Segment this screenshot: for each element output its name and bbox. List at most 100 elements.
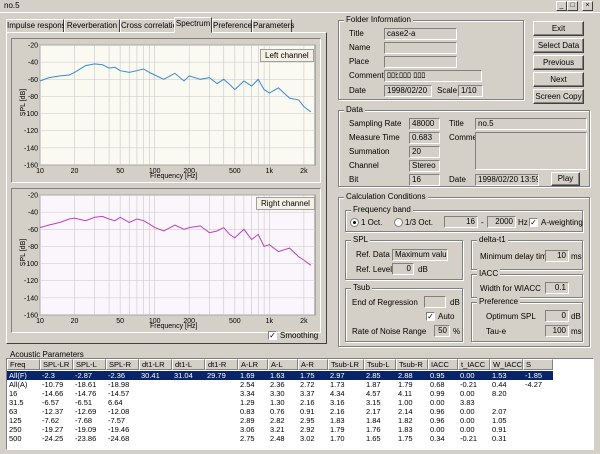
table-cell: -6.51: [75, 398, 93, 407]
tsub-group: Tsub End of Regression dB ✓ Auto Rate of…: [345, 283, 463, 342]
table-cell: 0.31: [492, 434, 507, 443]
next-button[interactable]: Next: [533, 72, 584, 87]
spectrum-panel: -20 -40 -60 -80 -100 -120 -140 -160 10 20 50 100 200…: [6, 32, 327, 344]
table-cell: 1.53: [492, 371, 507, 380]
select-data-button[interactable]: Select Data: [533, 38, 584, 53]
column-header[interactable]: Tsub-R: [396, 359, 428, 370]
table-cell: 1.79: [398, 380, 413, 389]
wiacc-label: Width for WIACC: [480, 284, 541, 293]
folder-name-field[interactable]: [384, 42, 457, 54]
play-button[interactable]: Play: [551, 172, 580, 186]
column-header[interactable]: W_IACC: [490, 359, 523, 370]
min-delay-field[interactable]: 10: [545, 250, 569, 262]
tau-e-field[interactable]: 100: [545, 325, 569, 337]
table-row[interactable]: 63 -12.37 -12.69 -12.08 0.83 0.76 0.91 2.16 2.17…: [7, 407, 553, 416]
group-title: SPL: [351, 235, 371, 244]
table-cell: 2.54: [240, 380, 255, 389]
tab-reverberation[interactable]: Reverberation: [64, 19, 120, 33]
table-row[interactable]: All(F) -2.3 -2.87 -2.36 30.41 31.04 29.79 1.69 1…: [7, 371, 553, 380]
table-cell: 2.72: [300, 380, 315, 389]
one-octave-radio[interactable]: [350, 218, 359, 227]
table-cell: 1.75: [300, 371, 315, 380]
table-row[interactable]: 125 -7.62 -7.68 -7.57 2.89 2.82 2.95 1.83 1.84 1.…: [7, 416, 553, 425]
percent-unit: %: [453, 327, 461, 336]
tab-cross-correlation[interactable]: Cross correlation: [120, 19, 181, 33]
previous-button[interactable]: Previous: [533, 55, 584, 70]
freq-to-field[interactable]: 2000: [487, 216, 516, 228]
x-tick-label: 50: [116, 168, 124, 175]
table-cell: [172, 434, 205, 443]
table-row[interactable]: All(A) -10.79 -18.61 -18.98 2.54 2.36 2.72 1.73…: [7, 380, 553, 389]
close-button[interactable]: ×: [582, 1, 593, 11]
auto-checkbox[interactable]: ✓: [426, 312, 435, 321]
ref-data-field[interactable]: Maximum value: [392, 249, 448, 261]
table-cell: 1.65: [366, 434, 381, 443]
end-of-regression-field[interactable]: [424, 296, 446, 308]
table-cell: 31.04: [174, 371, 193, 380]
acoustic-parameters-table[interactable]: Freq SPL-LR SPL-L SPL-R dt1-LR dt1-L dt1-R A-LR…: [6, 358, 594, 450]
column-header[interactable]: SPL-LR: [40, 359, 73, 370]
folder-scale-field[interactable]: 1/10: [458, 85, 483, 97]
maximize-button[interactable]: □: [567, 1, 578, 11]
table-cell: 3.34: [240, 389, 255, 398]
tab-parameters[interactable]: Parameters: [252, 19, 294, 33]
folder-date-field[interactable]: 1998/02/20: [384, 85, 432, 97]
column-header[interactable]: SPL-L: [73, 359, 106, 370]
bit-field: 16: [409, 174, 440, 186]
noise-range-field[interactable]: 50: [434, 325, 450, 337]
table-cell: -12.69: [75, 407, 97, 416]
optimum-spl-field[interactable]: 0: [545, 310, 569, 322]
wiacc-field[interactable]: 0.1: [545, 282, 569, 294]
db-unit: dB: [418, 265, 428, 274]
plot-area: [39, 44, 316, 166]
tab-spectrum[interactable]: Spectrum: [174, 17, 212, 33]
column-header[interactable]: Tsub-L: [364, 359, 396, 370]
column-header[interactable]: SPL-R: [106, 359, 139, 370]
table-cell: [172, 389, 205, 398]
column-header[interactable]: dt1-R: [205, 359, 238, 370]
table-cell: 0.91: [492, 425, 507, 434]
table-cell: 0.68: [430, 380, 445, 389]
table-cell: 1.83: [398, 425, 413, 434]
freq-from-field[interactable]: 16: [444, 216, 478, 228]
table-cell: 4.34: [330, 389, 345, 398]
a-weighting-label: A-weighting: [541, 218, 583, 227]
column-header[interactable]: t_IACC: [458, 359, 490, 370]
column-header[interactable]: Freq: [7, 359, 40, 370]
third-octave-radio[interactable]: [394, 218, 403, 227]
column-header[interactable]: IACC: [428, 359, 458, 370]
column-header[interactable]: dt1-L: [172, 359, 205, 370]
a-weighting-checkbox[interactable]: ✓: [529, 218, 538, 227]
table-cell: 1.30: [270, 398, 285, 407]
folder-place-field[interactable]: [384, 56, 457, 68]
x-tick-label: 1k: [266, 168, 274, 175]
preference-group: Preference Optimum SPL 0 dB Tau-e 100 ms: [471, 297, 583, 342]
table-row[interactable]: 500 -24.25 -23.86 -24.68 2.75 2.48 3.02 1.70 1.6…: [7, 434, 553, 443]
folder-comment-field[interactable]: ﾛﾛﾋﾛﾛﾛ ﾛﾛﾛ: [384, 70, 482, 82]
tab-preference[interactable]: Preference: [212, 19, 252, 33]
y-tick-label: -120: [24, 278, 38, 285]
column-header[interactable]: dt1-LR: [139, 359, 172, 370]
table-row[interactable]: 16 -14.66 -14.76 -14.57 3.34 3.30 3.37 4.34 4.57…: [7, 389, 553, 398]
smoothing-checkbox[interactable]: ✓: [268, 331, 277, 340]
table-cell: 0.96: [430, 416, 445, 425]
tab-impulse-response[interactable]: Impulse response: [6, 19, 70, 33]
column-header[interactable]: A-R: [298, 359, 328, 370]
column-header[interactable]: A-LR: [238, 359, 268, 370]
minimize-button[interactable]: _: [556, 1, 567, 11]
column-header[interactable]: A-L: [268, 359, 298, 370]
y-tick-label: -40: [28, 60, 38, 67]
screen-copy-button[interactable]: Screen Copy: [533, 89, 584, 104]
y-tick-label: -20: [28, 43, 38, 50]
folder-title-field[interactable]: case2-a: [384, 28, 457, 40]
calculation-conditions-group: Calculation Conditions Frequency band 1 …: [338, 192, 590, 347]
title-bar: no.5 _ □ ×: [0, 0, 600, 13]
table-row[interactable]: 31.5 -6.57 -6.51 6.64 1.29 1.30 2.16 3.16 3.15 1.…: [7, 398, 553, 407]
group-title: Preference: [477, 297, 521, 306]
table-row[interactable]: 250 -19.27 -19.09 -19.46 3.06 3.21 2.92 1.79 1.7…: [7, 425, 553, 434]
exit-button[interactable]: Exit: [533, 21, 584, 36]
table-cell: 1.29: [240, 398, 255, 407]
column-header[interactable]: Tsub-LR: [328, 359, 364, 370]
ref-level-field[interactable]: 0: [392, 263, 414, 275]
column-header[interactable]: S: [523, 359, 553, 370]
